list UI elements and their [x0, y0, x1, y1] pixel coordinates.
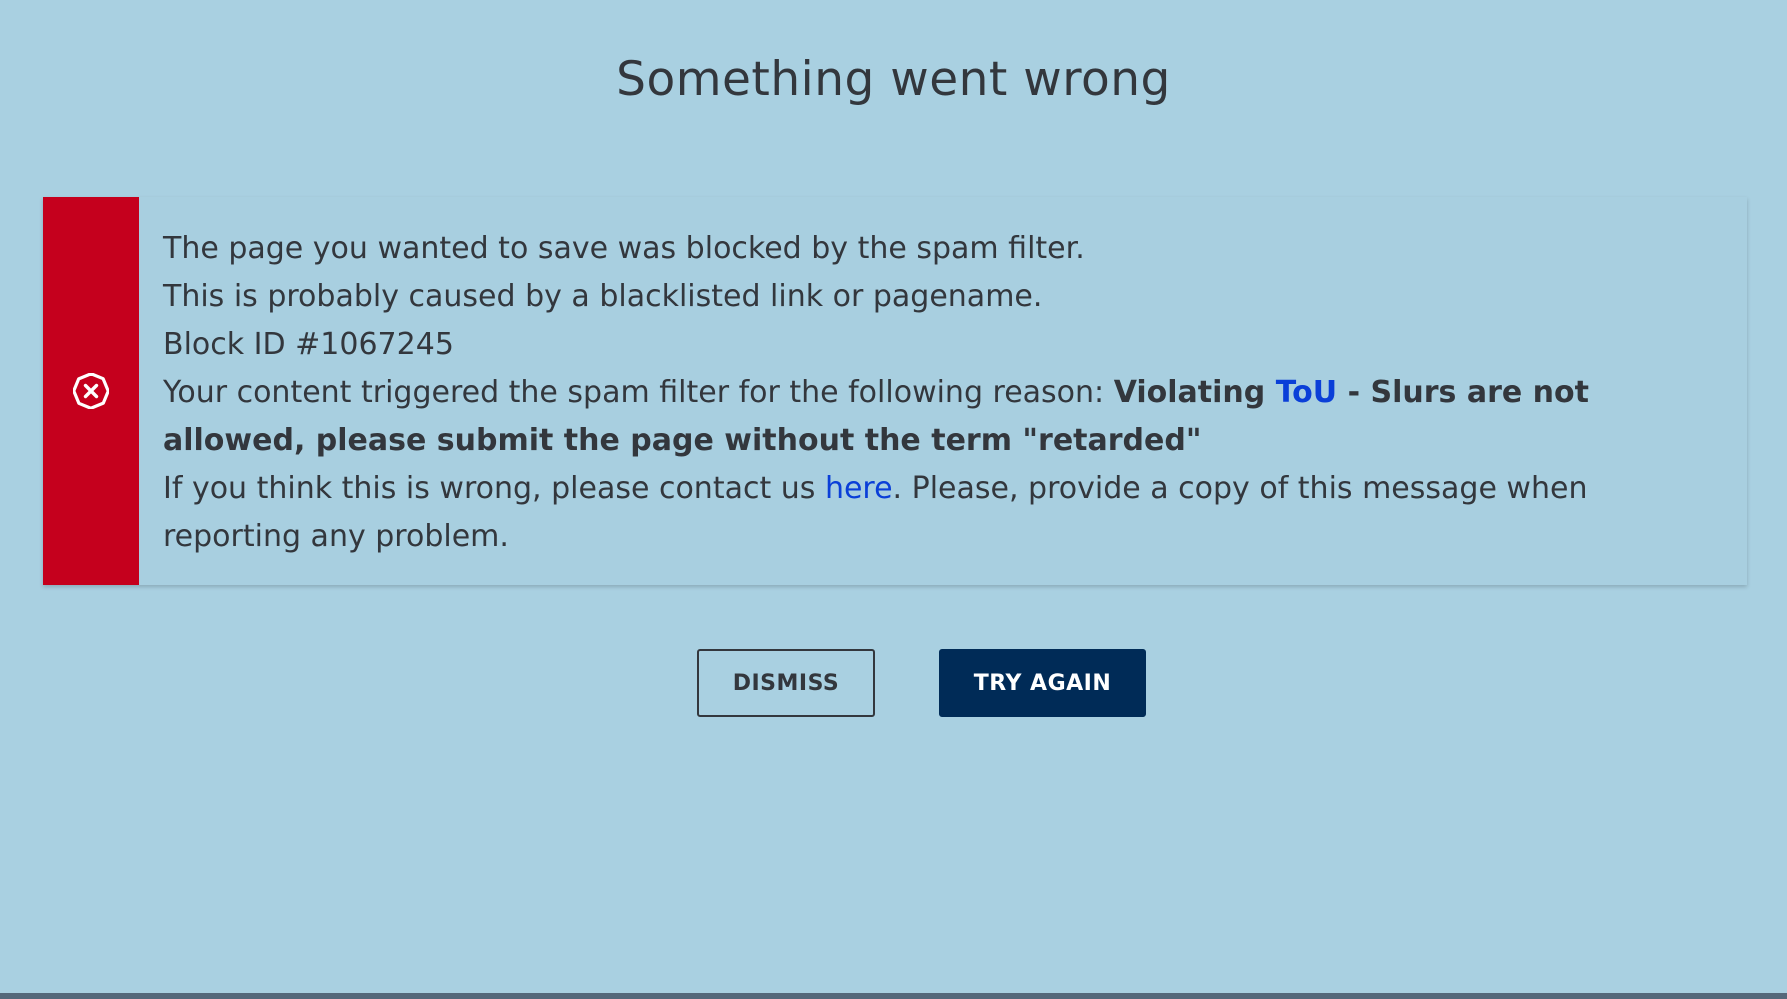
block-id: Block ID #1067245	[163, 327, 454, 362]
reason-intro: Your content triggered the spam filter f…	[163, 375, 1114, 410]
action-buttons: DISMISS TRY AGAIN	[0, 649, 1787, 717]
error-line-cause: This is probably caused by a blacklisted…	[163, 279, 1043, 314]
tou-link[interactable]: ToU	[1276, 375, 1337, 410]
reason-bold-pre: Violating	[1113, 375, 1276, 410]
close-circle-icon	[73, 373, 109, 409]
page-title: Something went wrong	[616, 52, 1171, 107]
error-message-text: The page you wanted to save was blocked …	[139, 197, 1747, 585]
contact-here-link[interactable]: here	[825, 471, 893, 506]
footer-bar	[0, 993, 1787, 999]
try-again-button[interactable]: TRY AGAIN	[939, 649, 1146, 717]
error-line-reason: Your content triggered the spam filter f…	[163, 369, 1717, 465]
contact-pre: If you think this is wrong, please conta…	[163, 471, 825, 506]
error-line-blocked: The page you wanted to save was blocked …	[163, 231, 1085, 266]
dismiss-button[interactable]: DISMISS	[697, 649, 875, 717]
error-line-contact: If you think this is wrong, please conta…	[163, 465, 1717, 561]
error-message-box: The page you wanted to save was blocked …	[43, 197, 1747, 585]
error-accent-strip	[43, 197, 139, 585]
